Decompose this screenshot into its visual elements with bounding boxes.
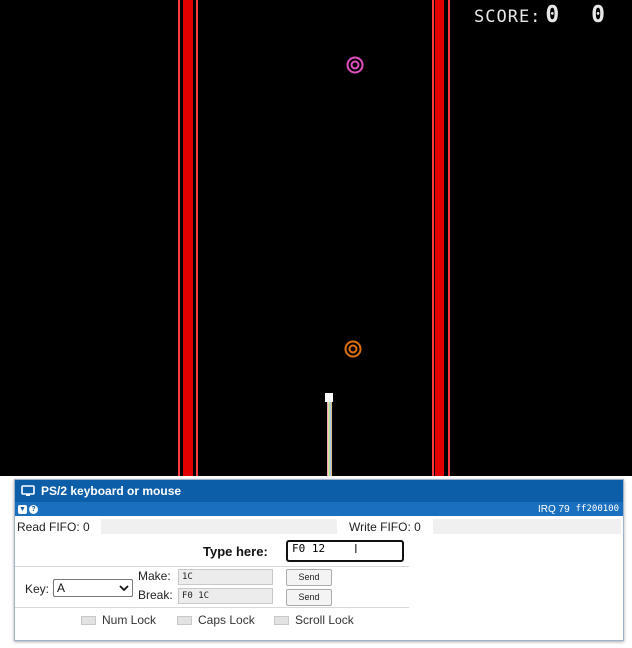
left-wall (178, 0, 198, 476)
num-lock-indicator: Num Lock (81, 613, 156, 627)
write-fifo-bar (433, 519, 621, 534)
player-head (325, 393, 333, 402)
game-canvas[interactable]: SCORE:0 0 4 (0, 0, 632, 476)
text-cursor-icon: I (354, 541, 358, 556)
lock-indicators: Num Lock Caps Lock Scroll Lock (15, 608, 623, 628)
panel-title: PS/2 keyboard or mouse (41, 484, 182, 498)
target-ring-orange-icon (344, 340, 362, 358)
make-field[interactable]: 1C (178, 569, 273, 585)
num-lock-led (81, 615, 96, 625)
chevron-down-icon (119, 585, 129, 592)
scroll-lock-led (274, 615, 289, 625)
panel-header: PS/2 keyboard or mouse (15, 480, 623, 502)
write-fifo-label: Write FIFO: 0 (349, 520, 421, 534)
score-display: SCORE:0 0 4 (474, 2, 632, 28)
break-label: Break: (138, 588, 173, 602)
type-here-input[interactable]: F0 12 (286, 540, 404, 562)
score-label: SCORE: (474, 7, 542, 27)
ps2-panel: PS/2 keyboard or mouse ▼ ? IRQ 79 ff2001… (14, 479, 624, 641)
collapse-icon[interactable]: ▼ (18, 504, 27, 514)
num-lock-label: Num Lock (102, 613, 157, 627)
break-field[interactable]: F0 1C (178, 588, 273, 604)
right-wall (432, 0, 452, 476)
player-trail (327, 402, 332, 476)
send-make-button[interactable]: Send (286, 569, 332, 586)
irq-label: IRQ 79 (537, 503, 570, 515)
key-label: Key: (25, 582, 50, 596)
monitor-icon (21, 485, 35, 497)
help-icon[interactable]: ? (29, 504, 38, 514)
type-here-label: Type here: (203, 544, 268, 559)
target-ring-pink-icon (346, 56, 364, 74)
read-fifo-bar (101, 519, 337, 534)
address-label: ff200100 (575, 504, 619, 514)
key-select[interactable]: A (53, 579, 133, 597)
send-break-button[interactable]: Send (286, 589, 332, 606)
score-value: 0 0 4 (545, 2, 632, 28)
make-label: Make: (138, 569, 171, 583)
caps-lock-label: Caps Lock (198, 613, 255, 627)
scroll-lock-label: Scroll Lock (295, 613, 354, 627)
type-row: Type here: F0 12 I (15, 536, 623, 566)
scroll-lock-indicator: Scroll Lock (274, 613, 354, 627)
read-fifo-label: Read FIFO: 0 (17, 520, 90, 534)
panel-subheader: ▼ ? IRQ 79 ff200100 (15, 502, 623, 516)
key-area: Key: A Make: 1C Break: F0 1C Send Send (15, 566, 409, 608)
key-select-value: A (57, 581, 66, 595)
caps-lock-led (177, 615, 192, 625)
caps-lock-indicator: Caps Lock (177, 613, 255, 627)
fifo-row: Read FIFO: 0 Write FIFO: 0 (15, 516, 623, 536)
